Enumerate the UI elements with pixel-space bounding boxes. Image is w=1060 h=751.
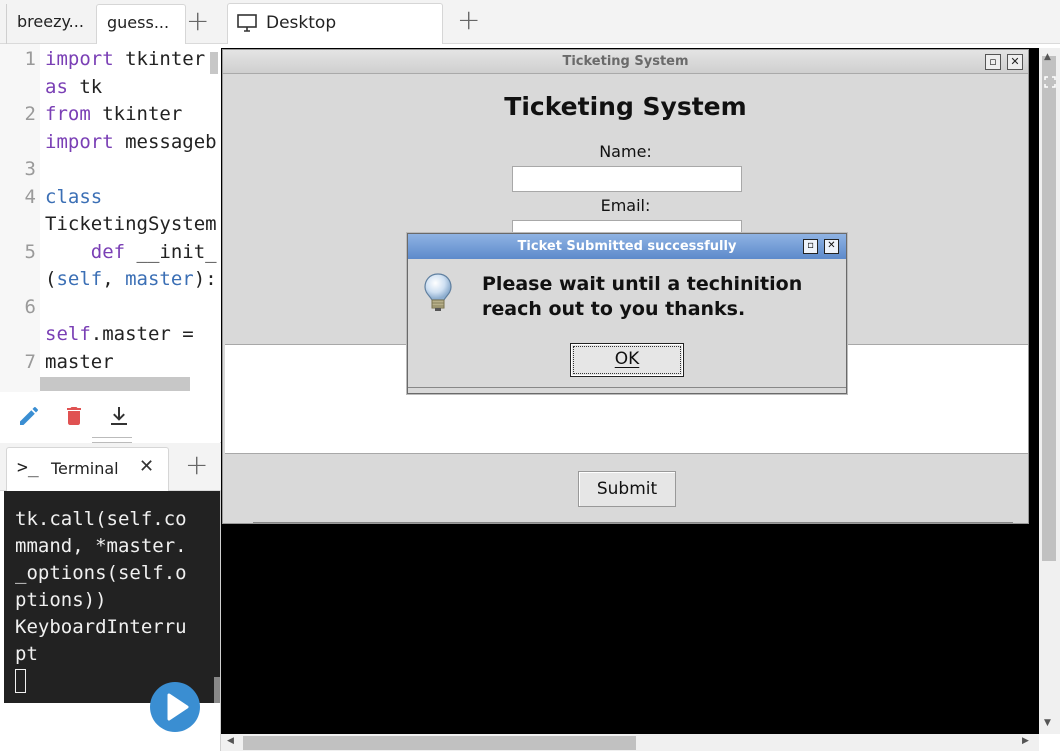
line-number-gutter [0, 44, 40, 392]
file-tab-bar: breezy... guess... + [0, 0, 221, 44]
desktop-tab[interactable]: Desktop [227, 3, 443, 44]
ticketing-window-title: Ticketing System [562, 54, 689, 69]
maximize-icon[interactable]: ▫ [985, 54, 1001, 70]
email-label: Email: [600, 196, 651, 215]
desktop-tab-bar: Desktop + [221, 0, 1060, 44]
dialog-bottom-edge [408, 387, 846, 393]
ok-button[interactable]: OK [570, 343, 684, 377]
file-actions [0, 392, 221, 442]
terminal-prompt-icon: >_ [17, 457, 39, 478]
line-number: 5 [24, 241, 36, 263]
code-line: TicketingSystem [45, 211, 217, 238]
code-token: .master = [90, 323, 194, 345]
code-token: self [56, 268, 103, 290]
code-token: tkinter [90, 103, 183, 125]
editor-horizontal-scrollbar[interactable] [40, 377, 190, 391]
terminal-scrollbar[interactable] [214, 677, 220, 703]
code-line: self.master = [45, 321, 194, 348]
name-entry[interactable] [512, 166, 742, 192]
code-line: as tk [45, 74, 102, 101]
desktop-vertical-scrollbar[interactable]: ▲ ▼ [1039, 48, 1060, 734]
fullscreen-icon[interactable] [1044, 76, 1056, 88]
edit-pencil-icon[interactable] [17, 404, 41, 428]
right-pane: Desktop + Ticketing System ▫ ✕ Ticketing… [221, 0, 1060, 751]
dialog-close-icon[interactable]: ✕ [824, 239, 839, 254]
dialog-titlebar[interactable]: Ticket Submitted successfully ▫ ✕ [408, 234, 846, 259]
code-token: messageb [113, 131, 217, 153]
code-token: import [45, 131, 114, 153]
scroll-down-arrow-icon[interactable]: ▼ [1044, 718, 1051, 728]
success-dialog: Ticket Submitted successfully ▫ ✕ Please… [407, 233, 847, 394]
ticketing-window-titlebar[interactable]: Ticketing System ▫ ✕ [223, 50, 1028, 74]
line-number: 3 [24, 158, 36, 180]
scroll-right-arrow-icon[interactable]: ▶ [1022, 736, 1029, 746]
new-file-tab-plus-icon[interactable]: + [186, 7, 209, 35]
code-token: master [45, 351, 114, 373]
file-tab-breezy[interactable]: breezy... [6, 4, 94, 44]
remote-desktop-canvas[interactable]: Ticketing System ▫ ✕ Ticketing System Na… [221, 48, 1039, 734]
submit-button[interactable]: Submit [578, 471, 676, 507]
run-button[interactable] [150, 682, 200, 732]
code-token: tk [67, 76, 103, 98]
line-number: 6 [24, 296, 36, 318]
dialog-message: Please wait until a techinition reach ou… [482, 273, 803, 320]
dialog-maximize-icon[interactable]: ▫ [803, 239, 818, 254]
code-token: as [45, 76, 68, 98]
code-token: import [45, 48, 114, 70]
terminal-text: tk.call(self.co mmand, *master. _options… [15, 508, 187, 665]
delete-trash-icon[interactable] [62, 404, 86, 428]
code-line: class [45, 184, 102, 211]
file-tab-guess[interactable]: guess... [96, 4, 186, 44]
code-token: __init_ [125, 241, 217, 263]
code-token: master [125, 268, 194, 290]
desktop-horizontal-scrollbar[interactable]: ◀ ▶ [221, 734, 1039, 751]
ok-focus-ring [573, 346, 681, 374]
code-token: class [45, 186, 103, 208]
close-terminal-tab-icon[interactable]: ✕ [139, 456, 154, 477]
terminal-cursor [15, 669, 26, 693]
code-token: TicketingSystem [45, 213, 217, 235]
app-heading: Ticketing System [504, 92, 747, 121]
code-token: def [90, 241, 126, 263]
code-token: tkinter [113, 48, 206, 70]
code-token: , [102, 268, 126, 290]
code-editor[interactable]: import tkinter as tk from tkinter import me… [0, 44, 221, 392]
scroll-up-arrow-icon[interactable]: ▲ [1044, 52, 1051, 62]
scroll-left-arrow-icon[interactable]: ◀ [227, 736, 234, 746]
monitor-icon [237, 14, 257, 32]
download-icon[interactable] [107, 404, 131, 428]
window-bottom-edge [253, 522, 1013, 525]
code-line: import tkinter [45, 46, 205, 73]
code-token: ): [193, 268, 217, 290]
play-icon [167, 693, 189, 721]
code-line: def __init_ [45, 239, 217, 266]
code-line: from tkinter [45, 101, 182, 128]
code-token: ( [45, 268, 57, 290]
line-number: 7 [24, 351, 36, 373]
line-number: 4 [24, 186, 36, 208]
terminal-tab-label: Terminal [51, 459, 119, 478]
terminal-output[interactable]: tk.call(self.co mmand, *master. _options… [4, 491, 220, 703]
terminal-tab-bar: >_ Terminal ✕ + [0, 443, 221, 491]
code-token: from [45, 103, 91, 125]
code-token: self [45, 323, 91, 345]
desktop-horizontal-scroll-thumb[interactable] [243, 736, 636, 750]
info-lightbulb-icon [424, 273, 452, 311]
code-line: (self, master): [45, 266, 217, 293]
desktop-tab-label: Desktop [266, 13, 337, 33]
left-pane: breezy... guess... + import tkinter as tk… [0, 0, 221, 751]
terminal-tab[interactable]: >_ Terminal ✕ [6, 447, 169, 491]
line-number: 2 [24, 103, 36, 125]
code-line: import messageb [45, 129, 217, 156]
editor-scrollbar[interactable] [210, 52, 218, 74]
dialog-title: Ticket Submitted successfully [517, 239, 737, 254]
line-number: 1 [24, 48, 36, 70]
close-icon[interactable]: ✕ [1007, 54, 1023, 70]
desktop-vertical-scroll-thumb[interactable] [1042, 56, 1056, 561]
new-terminal-plus-icon[interactable]: + [185, 451, 208, 479]
new-desktop-tab-plus-icon[interactable]: + [457, 6, 480, 34]
code-line: master [45, 349, 114, 376]
name-label: Name: [599, 142, 652, 161]
